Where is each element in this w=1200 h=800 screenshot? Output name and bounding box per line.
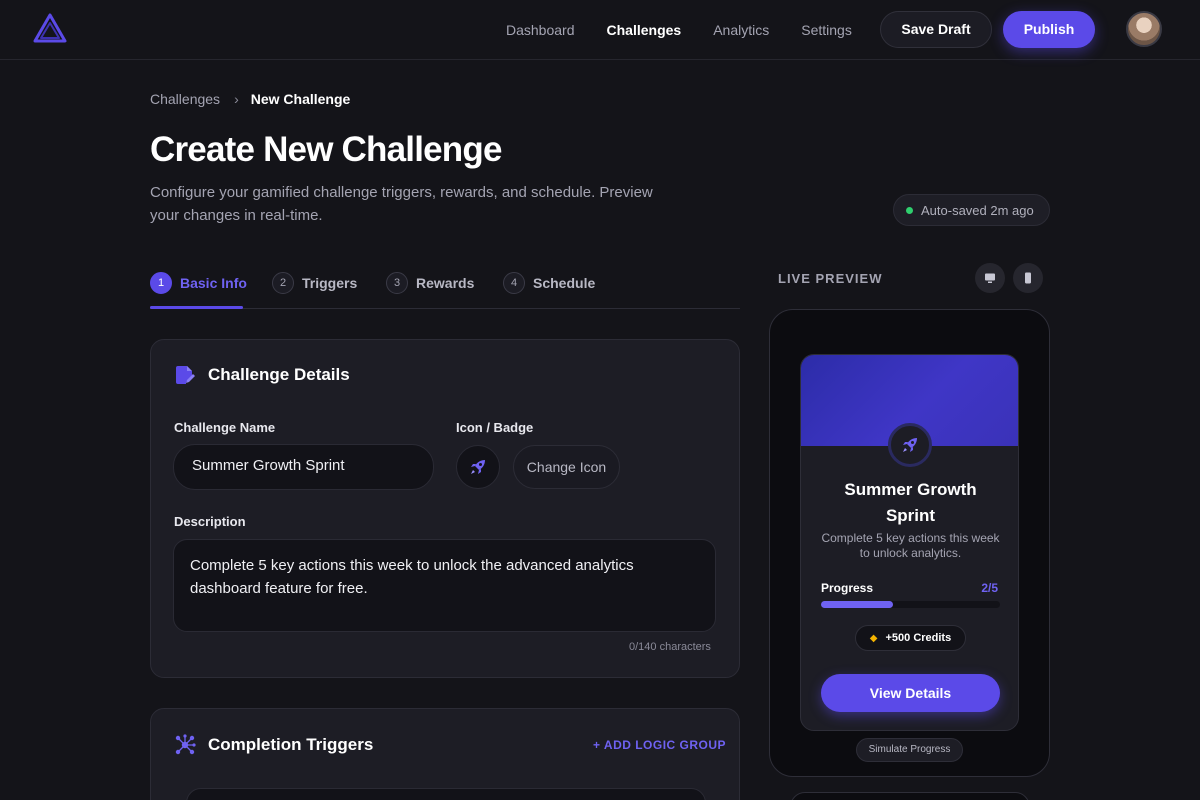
mobile-preview-toggle[interactable] bbox=[1013, 263, 1043, 293]
nav-settings[interactable]: Settings bbox=[801, 0, 852, 60]
challenge-name-input[interactable]: Summer Growth Sprint bbox=[173, 444, 434, 490]
save-draft-button[interactable]: Save Draft bbox=[880, 11, 992, 48]
preview-challenge-card: Summer Growth Sprint Complete 5 key acti… bbox=[800, 354, 1019, 731]
tab-step-number: 2 bbox=[272, 272, 294, 294]
tab-step-number: 1 bbox=[150, 272, 172, 294]
tab-label: Triggers bbox=[302, 275, 358, 291]
challenge-details-heading: Challenge Details bbox=[174, 364, 350, 386]
top-bar: Dashboard Challenges Analytics Settings … bbox=[0, 0, 1200, 60]
tab-basic-info[interactable]: 1 Basic Info bbox=[150, 272, 247, 294]
nav-challenges[interactable]: Challenges bbox=[607, 0, 682, 60]
tab-triggers[interactable]: 2 Triggers bbox=[272, 272, 357, 294]
secondary-preview-frame bbox=[790, 792, 1030, 800]
page-title: Create New Challenge bbox=[150, 130, 502, 169]
breadcrumb: Challenges › New Challenge bbox=[150, 91, 350, 107]
gem-icon: ◆ bbox=[869, 632, 878, 644]
trigger-row[interactable] bbox=[186, 788, 706, 800]
desktop-preview-toggle[interactable] bbox=[975, 263, 1005, 293]
tab-step-number: 4 bbox=[503, 272, 525, 294]
autosave-text: Auto-saved 2m ago bbox=[921, 202, 1034, 218]
status-dot-icon bbox=[906, 206, 913, 214]
live-preview-label: LIVE PREVIEW bbox=[778, 271, 883, 286]
edit-document-icon bbox=[176, 366, 195, 384]
active-tab-indicator bbox=[150, 306, 243, 309]
breadcrumb-current: New Challenge bbox=[250, 91, 351, 107]
preview-badge bbox=[888, 423, 932, 467]
credits-text: +500 Credits bbox=[885, 632, 952, 644]
card-title-text: Challenge Details bbox=[208, 365, 350, 384]
tab-step-number: 3 bbox=[386, 272, 408, 294]
autosave-badge: Auto-saved 2m ago bbox=[893, 194, 1050, 226]
network-nodes-icon bbox=[175, 734, 196, 755]
breadcrumb-challenges-link[interactable]: Challenges bbox=[150, 91, 220, 107]
breadcrumb-chevron-icon: › bbox=[234, 91, 239, 107]
character-count: 0/140 characters bbox=[629, 641, 711, 653]
card-title-text: Completion Triggers bbox=[208, 735, 374, 754]
tab-label: Schedule bbox=[533, 275, 596, 291]
page-subtitle: Configure your gamified challenge trigge… bbox=[150, 184, 653, 224]
tab-rewards[interactable]: 3 Rewards bbox=[386, 272, 474, 294]
tab-label: Basic Info bbox=[180, 275, 247, 291]
user-avatar[interactable] bbox=[1126, 11, 1162, 47]
tab-schedule[interactable]: 4 Schedule bbox=[503, 272, 595, 294]
rocket-icon bbox=[903, 438, 917, 452]
icon-badge-label: Icon / Badge bbox=[456, 420, 534, 435]
progress-value: 2/5 bbox=[981, 581, 998, 595]
view-details-button[interactable]: View Details bbox=[821, 674, 1000, 712]
app-logo-icon[interactable] bbox=[32, 12, 68, 44]
publish-button[interactable]: Publish bbox=[1003, 11, 1095, 48]
progress-bar bbox=[821, 601, 1000, 608]
description-label: Description bbox=[174, 514, 246, 529]
challenge-name-label: Challenge Name bbox=[174, 420, 276, 435]
description-textarea[interactable]: Complete 5 key actions this week to unlo… bbox=[173, 539, 716, 632]
progress-label: Progress bbox=[821, 581, 874, 595]
preview-card-description: Complete 5 key actions this week to unlo… bbox=[821, 531, 1000, 560]
badge-picker[interactable] bbox=[456, 445, 500, 489]
preview-card-title: Summer Growth Sprint bbox=[844, 480, 977, 525]
progress-bar-fill bbox=[821, 601, 893, 608]
step-tabs: 1 Basic Info 2 Triggers 3 Rewards 4 Sche… bbox=[150, 262, 740, 309]
credits-reward-chip: ◆ +500 Credits bbox=[855, 625, 966, 651]
simulate-progress-button[interactable]: Simulate Progress bbox=[856, 738, 963, 762]
change-icon-button[interactable]: Change Icon bbox=[513, 445, 620, 489]
completion-triggers-heading: Completion Triggers bbox=[174, 734, 373, 756]
phone-icon bbox=[1025, 272, 1031, 284]
nav-analytics[interactable]: Analytics bbox=[713, 0, 769, 60]
add-logic-group-button[interactable]: + ADD LOGIC GROUP bbox=[593, 738, 726, 752]
main-nav: Dashboard Challenges Analytics Settings bbox=[490, 0, 868, 60]
tab-label: Rewards bbox=[416, 275, 475, 291]
monitor-icon bbox=[985, 273, 995, 283]
nav-dashboard[interactable]: Dashboard bbox=[506, 0, 575, 60]
rocket-icon bbox=[471, 460, 485, 474]
